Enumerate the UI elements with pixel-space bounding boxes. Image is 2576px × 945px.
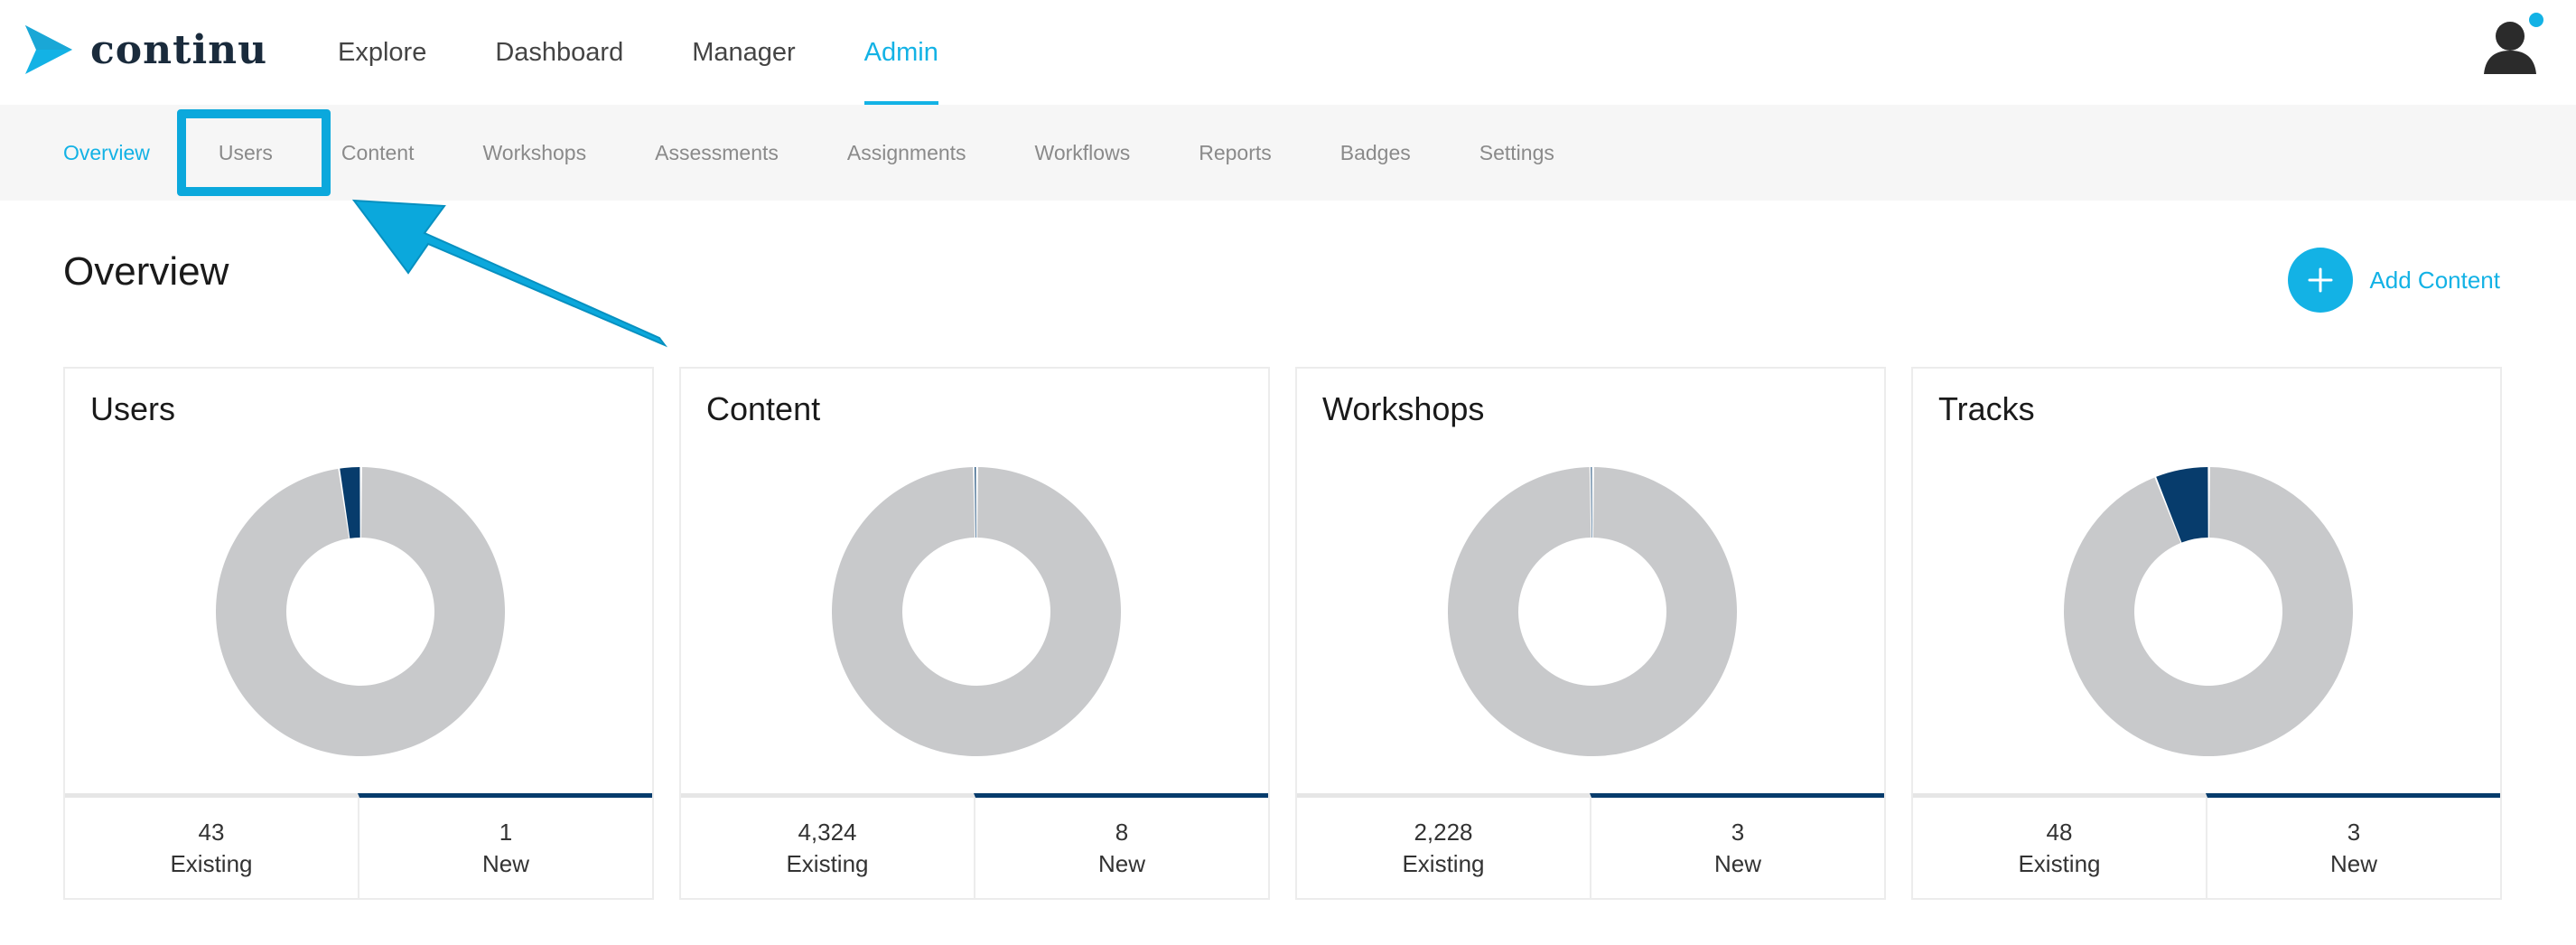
- card-content[interactable]: Content 4,324 Existing 8 New: [679, 367, 1270, 900]
- nav-dashboard[interactable]: Dashboard: [461, 0, 658, 105]
- donut-slice-new: [975, 467, 976, 538]
- stat-new: 8 New: [974, 793, 1268, 898]
- stat-existing: 43 Existing: [65, 793, 358, 898]
- stat-existing-value: 4,324: [798, 818, 857, 846]
- pointer-arrow-icon: [351, 199, 668, 348]
- card-workshops[interactable]: Workshops 2,228 Existing 3 New: [1295, 367, 1886, 900]
- add-content-button[interactable]: Add Content: [2288, 248, 2500, 313]
- stat-new-value: 3: [1731, 818, 1745, 846]
- subnav-assignments[interactable]: Assignments: [813, 105, 1001, 201]
- subnav-overview[interactable]: Overview: [0, 105, 184, 201]
- card-tracks[interactable]: Tracks 48 Existing 3 New: [1911, 367, 2502, 900]
- stat-existing-label: Existing: [170, 849, 253, 877]
- stat-new-label: New: [1713, 849, 1761, 877]
- stat-existing-value: 43: [198, 818, 225, 846]
- add-content-label: Add Content: [2369, 266, 2500, 294]
- stat-new-value: 8: [1115, 818, 1129, 846]
- notification-dot: [2527, 11, 2545, 29]
- stat-new: 3 New: [1590, 793, 1884, 898]
- stat-existing: 48 Existing: [1913, 793, 2206, 898]
- brand-name: continu: [90, 26, 268, 73]
- card-title: Tracks: [1938, 390, 2035, 427]
- card-stats: 4,324 Existing 8 New: [681, 793, 1268, 898]
- card-title: Users: [90, 390, 176, 427]
- stats-cards: Users 43 Existing 1 New Content 4,324 Ex…: [63, 367, 2502, 900]
- subnav-workflows[interactable]: Workflows: [1001, 105, 1165, 201]
- nav-admin[interactable]: Admin: [830, 0, 973, 105]
- card-stats: 2,228 Existing 3 New: [1297, 793, 1884, 898]
- donut-chart: [216, 467, 505, 756]
- donut-slice-existing: [1448, 467, 1737, 756]
- card-users[interactable]: Users 43 Existing 1 New: [63, 367, 654, 900]
- donut-slice-existing: [2064, 467, 2353, 756]
- stat-existing: 2,228 Existing: [1297, 793, 1590, 898]
- stat-new: 1 New: [358, 793, 652, 898]
- donut-slice-existing: [216, 467, 505, 756]
- user-avatar[interactable]: [2480, 11, 2545, 76]
- stat-new-label: New: [2329, 849, 2377, 877]
- nav-manager[interactable]: Manager: [658, 0, 829, 105]
- stat-existing-label: Existing: [786, 849, 869, 877]
- card-stats: 43 Existing 1 New: [65, 793, 652, 898]
- stat-new-label: New: [481, 849, 529, 877]
- donut-chart: [2064, 467, 2353, 756]
- annotation-highlight-box: [177, 109, 331, 196]
- stat-new-label: New: [1097, 849, 1145, 877]
- donut-chart: [1448, 467, 1737, 756]
- plus-icon: [2288, 248, 2354, 313]
- stat-new-value: 3: [2347, 818, 2361, 846]
- subnav-assessments[interactable]: Assessments: [621, 105, 813, 201]
- nav-explore[interactable]: Explore: [303, 0, 461, 105]
- card-title: Content: [706, 390, 821, 427]
- main-nav: Explore Dashboard Manager Admin: [303, 0, 973, 105]
- top-bar: continu Explore Dashboard Manager Admin: [0, 0, 2576, 105]
- subnav-settings[interactable]: Settings: [1445, 105, 1589, 201]
- stat-existing-value: 48: [2046, 818, 2073, 846]
- stat-existing-label: Existing: [2018, 849, 2101, 877]
- stat-new-value: 1: [499, 818, 513, 846]
- arrow-logo-icon: [25, 25, 72, 74]
- stat-existing-label: Existing: [1402, 849, 1485, 877]
- stat-new: 3 New: [2206, 793, 2500, 898]
- card-stats: 48 Existing 3 New: [1913, 793, 2500, 898]
- brand-logo[interactable]: continu: [23, 23, 267, 76]
- donut-chart: [832, 467, 1121, 756]
- sub-nav: Overview Users Content Workshops Assessm…: [0, 105, 2576, 201]
- page-title: Overview: [63, 249, 229, 294]
- subnav-workshops[interactable]: Workshops: [448, 105, 621, 201]
- stat-existing: 4,324 Existing: [681, 793, 974, 898]
- subnav-badges[interactable]: Badges: [1306, 105, 1445, 201]
- stat-existing-value: 2,228: [1414, 818, 1473, 846]
- card-title: Workshops: [1322, 390, 1485, 427]
- subnav-reports[interactable]: Reports: [1164, 105, 1306, 201]
- donut-slice-existing: [832, 467, 1121, 756]
